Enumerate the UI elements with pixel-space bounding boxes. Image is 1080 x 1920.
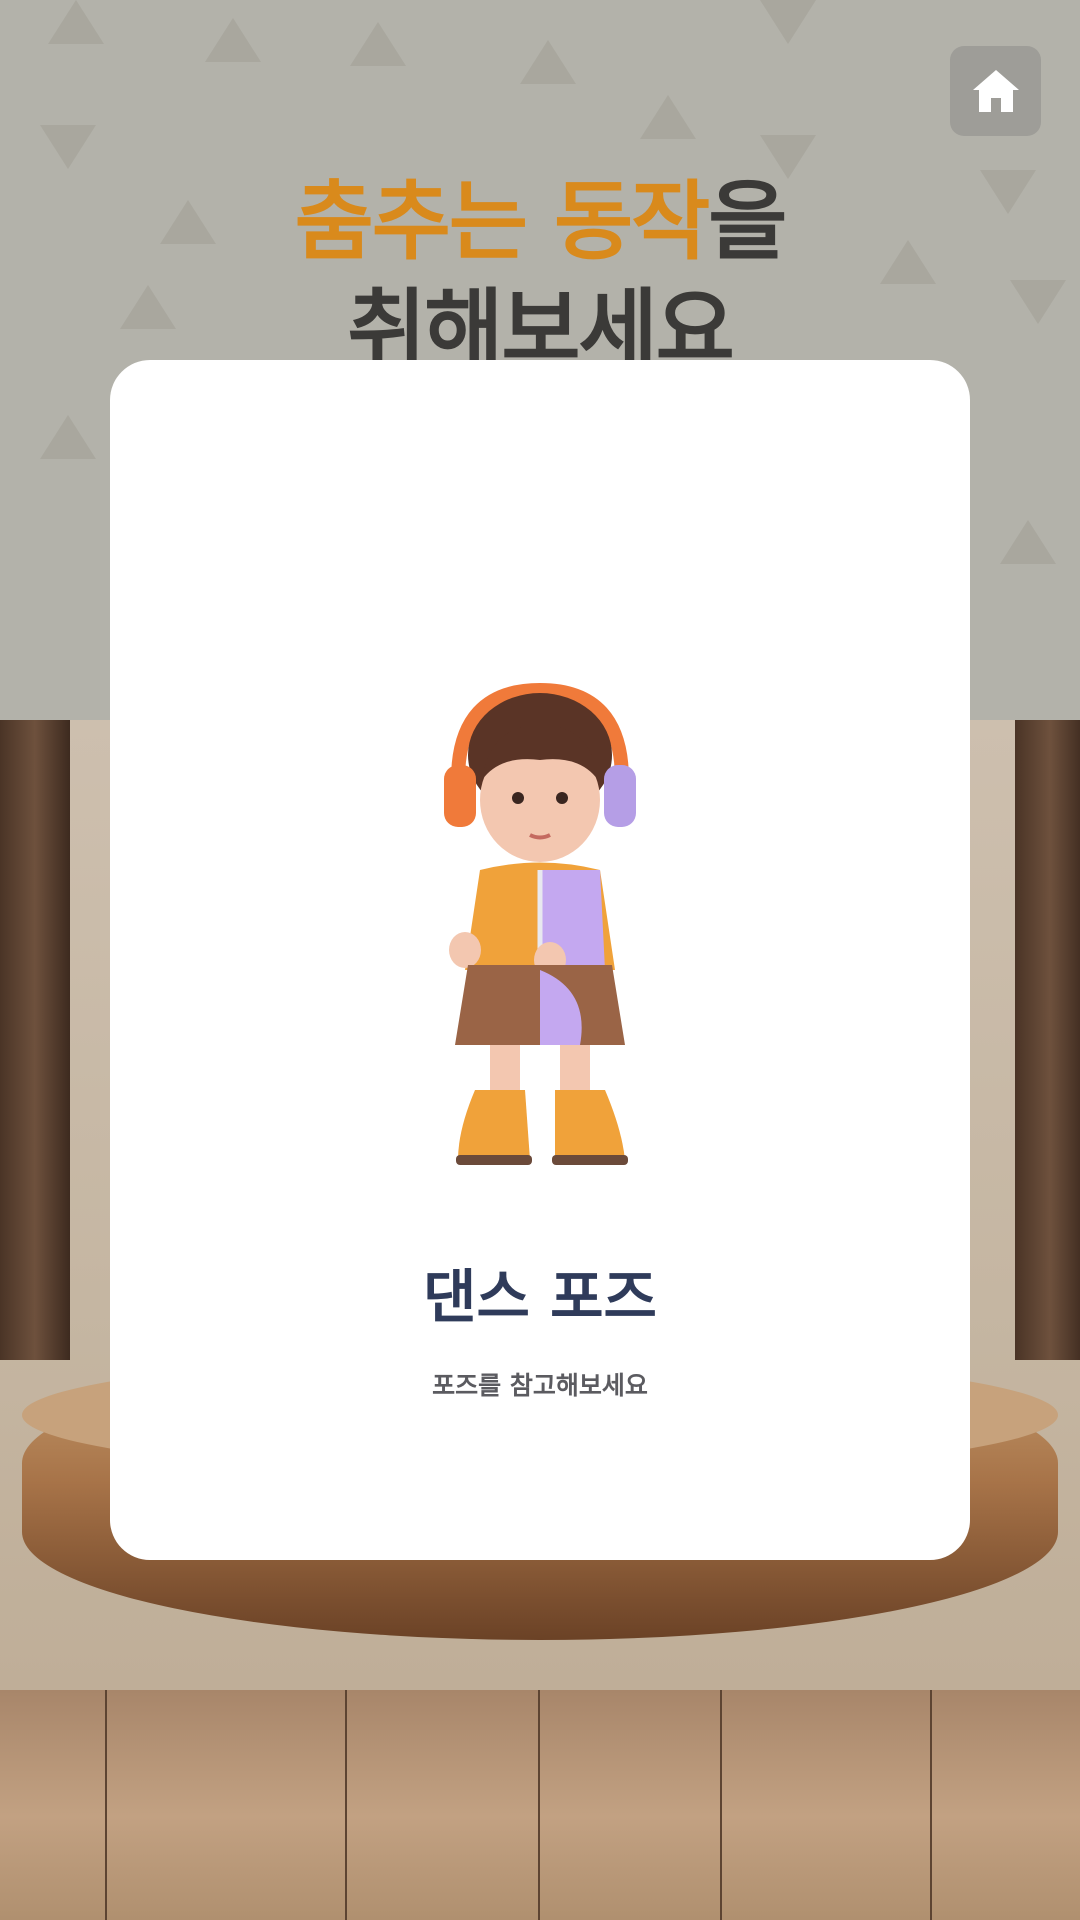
title-line-1-rest: 을 [708,172,787,272]
floor-line [538,1690,540,1920]
triangle-decoration [1000,520,1056,564]
title-line-1: 춤추는 동작을 [0,168,1080,276]
title-accent: 춤추는 동작 [294,172,711,272]
floor-line [105,1690,107,1920]
triangle-decoration [40,125,96,169]
background-pillar-right [1015,720,1080,1360]
triangle-decoration [48,0,104,44]
home-button[interactable] [950,46,1041,136]
character-image [444,682,636,1165]
floor-line [930,1690,932,1920]
background-pillar-left [0,720,70,1360]
triangle-decoration [520,40,576,84]
card-subtitle: 포즈를 참고해보세요 [432,1371,648,1400]
screen: 춤추는 동작을 취해보세요 댄스 포즈 포즈를 참고해보세요 [0,0,1080,1920]
wooden-floor [0,1690,1080,1920]
floor-line [720,1690,722,1920]
triangle-decoration [205,18,261,62]
pose-card: 댄스 포즈 포즈를 참고해보세요 [110,360,970,1560]
floor-line [345,1690,347,1920]
triangle-decoration [40,415,96,459]
triangle-decoration [350,22,406,66]
home-icon [972,70,1019,112]
page-title: 춤추는 동작을 취해보세요 [0,168,1080,384]
triangle-decoration [760,0,816,44]
triangle-decoration [640,95,696,139]
card-title: 댄스 포즈 [423,1263,657,1331]
